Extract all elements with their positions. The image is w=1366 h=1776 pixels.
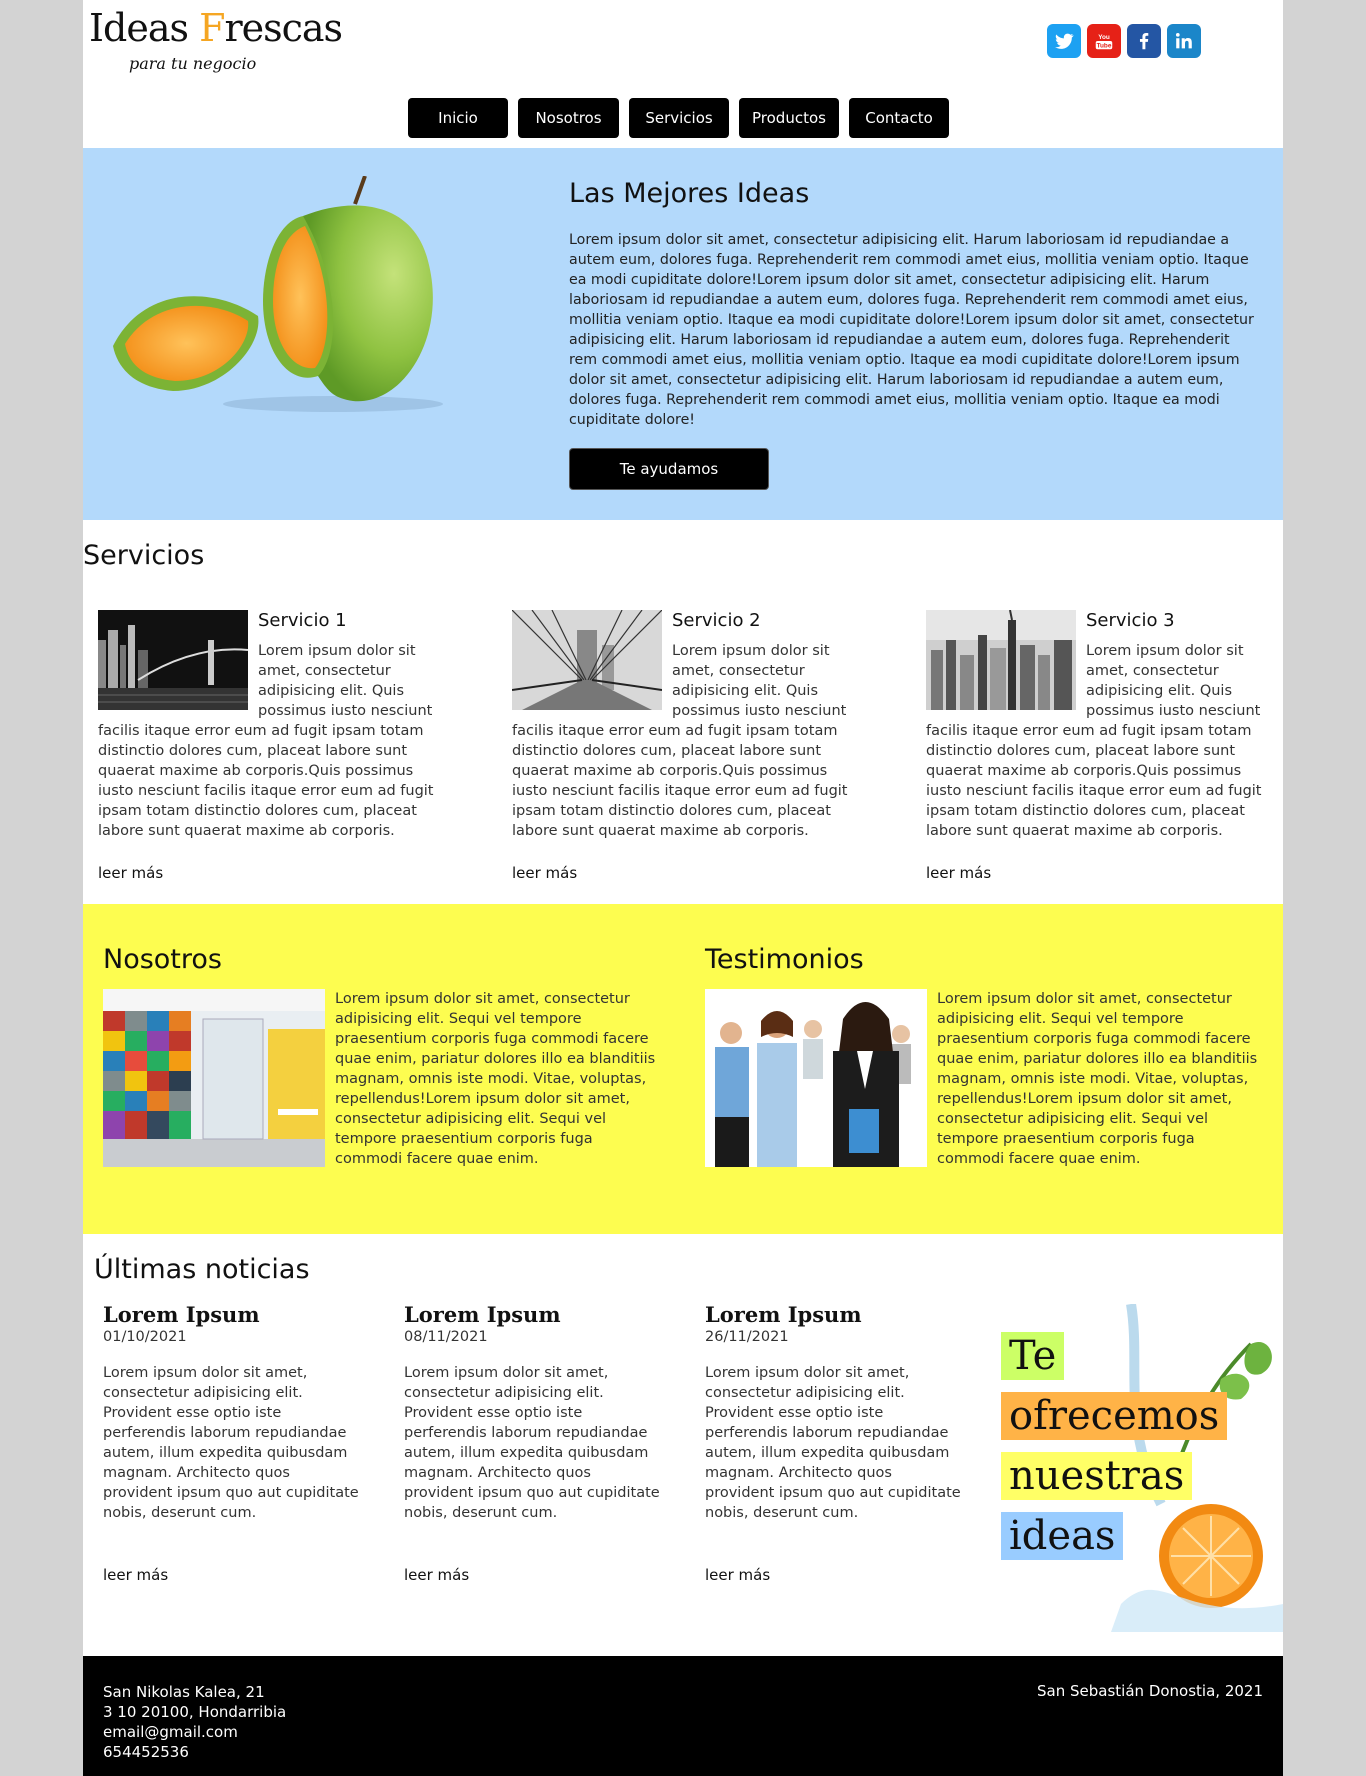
logo-accent-letter: F xyxy=(199,6,225,50)
read-more-link[interactable]: leer más xyxy=(512,864,577,882)
read-more-link[interactable]: leer más xyxy=(98,864,163,882)
hero-text: Lorem ipsum dolor sit amet, consectetur … xyxy=(569,232,1254,428)
hero-section: Las Mejores Ideas Lorem ipsum dolor sit … xyxy=(83,148,1283,520)
nav-productos[interactable]: Productos xyxy=(739,98,839,138)
business-team-image xyxy=(705,989,927,1167)
promo-word: Te xyxy=(1001,1332,1065,1380)
site-footer: San Nikolas Kalea, 21 3 10 20100, Hondar… xyxy=(83,1656,1283,1776)
read-more-link[interactable]: leer más xyxy=(103,1566,168,1584)
testimonials-box: Testimonios Lorem ipsum dolor sit amet, … xyxy=(705,944,1265,1169)
facebook-icon[interactable] xyxy=(1127,24,1161,58)
office-image xyxy=(103,989,325,1167)
service-card-2: Servicio 2 Lorem ipsum dolor sit amet, c… xyxy=(512,610,857,882)
about-title: Nosotros xyxy=(103,944,222,975)
read-more-link[interactable]: leer más xyxy=(926,864,991,882)
site-tagline: para tu negocio xyxy=(129,54,257,73)
news-item-title: Lorem Ipsum xyxy=(103,1302,260,1327)
address-line: San Nikolas Kalea, 21 xyxy=(103,1683,265,1701)
service-card-3: Servicio 3 Lorem ipsum dolor sit amet, c… xyxy=(926,610,1271,882)
footer-email[interactable]: email@gmail.com xyxy=(103,1722,286,1742)
ideas-promo-image: Te ofrecemos nuestras ideas xyxy=(991,1304,1283,1632)
bridge-walkway-image xyxy=(512,610,662,710)
svg-text:You: You xyxy=(1098,34,1110,41)
read-more-link[interactable]: leer más xyxy=(705,1566,770,1584)
news-card-1: Lorem Ipsum 01/10/2021 Lorem ipsum dolor… xyxy=(103,1302,363,1584)
youtube-icon[interactable]: You Tube xyxy=(1087,24,1121,58)
address-line: 3 10 20100, Hondarribia xyxy=(103,1703,287,1721)
news-text: Lorem ipsum dolor sit amet, consectetur … xyxy=(103,1365,359,1521)
news-item-title: Lorem Ipsum xyxy=(705,1302,862,1327)
nav-nosotros[interactable]: Nosotros xyxy=(518,98,619,138)
news-date: 26/11/2021 xyxy=(705,1329,789,1345)
news-text: Lorem ipsum dolor sit amet, consectetur … xyxy=(404,1365,660,1521)
about-box: Nosotros Lorem ipsum dolor sit amet, con… xyxy=(103,944,663,1169)
twitter-icon[interactable] xyxy=(1047,24,1081,58)
orange-apple-image xyxy=(113,176,443,412)
news-date: 08/11/2021 xyxy=(404,1329,488,1345)
city-skyline-image xyxy=(926,610,1076,710)
nav-inicio[interactable]: Inicio xyxy=(408,98,508,138)
hero-title: Las Mejores Ideas xyxy=(569,178,810,209)
promo-word: nuestras xyxy=(1001,1452,1193,1500)
news-card-3: Lorem Ipsum 26/11/2021 Lorem ipsum dolor… xyxy=(705,1302,965,1584)
nav-contacto[interactable]: Contacto xyxy=(849,98,949,138)
services-title: Servicios xyxy=(83,540,205,571)
bridge-night-image xyxy=(98,610,248,710)
news-date: 01/10/2021 xyxy=(103,1329,187,1345)
main-nav: Inicio Nosotros Servicios Productos Cont… xyxy=(408,98,949,138)
svg-text:Tube: Tube xyxy=(1097,42,1112,49)
read-more-link[interactable]: leer más xyxy=(404,1566,469,1584)
site-logo[interactable]: Ideas Frescas xyxy=(89,6,343,50)
footer-phone: 654452536 xyxy=(103,1743,189,1761)
about-testimonials-section: Nosotros Lorem ipsum dolor sit amet, con… xyxy=(83,904,1283,1234)
service-card-1: Servicio 1 Lorem ipsum dolor sit amet, c… xyxy=(98,610,443,882)
footer-copyright: San Sebastián Donostia, 2021 xyxy=(1037,1682,1263,1700)
social-links: You Tube xyxy=(1047,24,1201,58)
news-text: Lorem ipsum dolor sit amet, consectetur … xyxy=(705,1365,961,1521)
page: Ideas Frescas para tu negocio You Tube In… xyxy=(83,0,1283,1776)
promo-word: ofrecemos xyxy=(1001,1392,1228,1440)
nav-servicios[interactable]: Servicios xyxy=(629,98,729,138)
news-card-2: Lorem Ipsum 08/11/2021 Lorem ipsum dolor… xyxy=(404,1302,664,1584)
linkedin-icon[interactable] xyxy=(1167,24,1201,58)
news-item-title: Lorem Ipsum xyxy=(404,1302,561,1327)
promo-word: ideas xyxy=(1001,1512,1124,1560)
help-button[interactable]: Te ayudamos xyxy=(569,448,769,490)
testimonials-title: Testimonios xyxy=(705,944,864,975)
news-title: Últimas noticias xyxy=(94,1254,310,1285)
footer-address: San Nikolas Kalea, 21 3 10 20100, Hondar… xyxy=(103,1682,286,1762)
